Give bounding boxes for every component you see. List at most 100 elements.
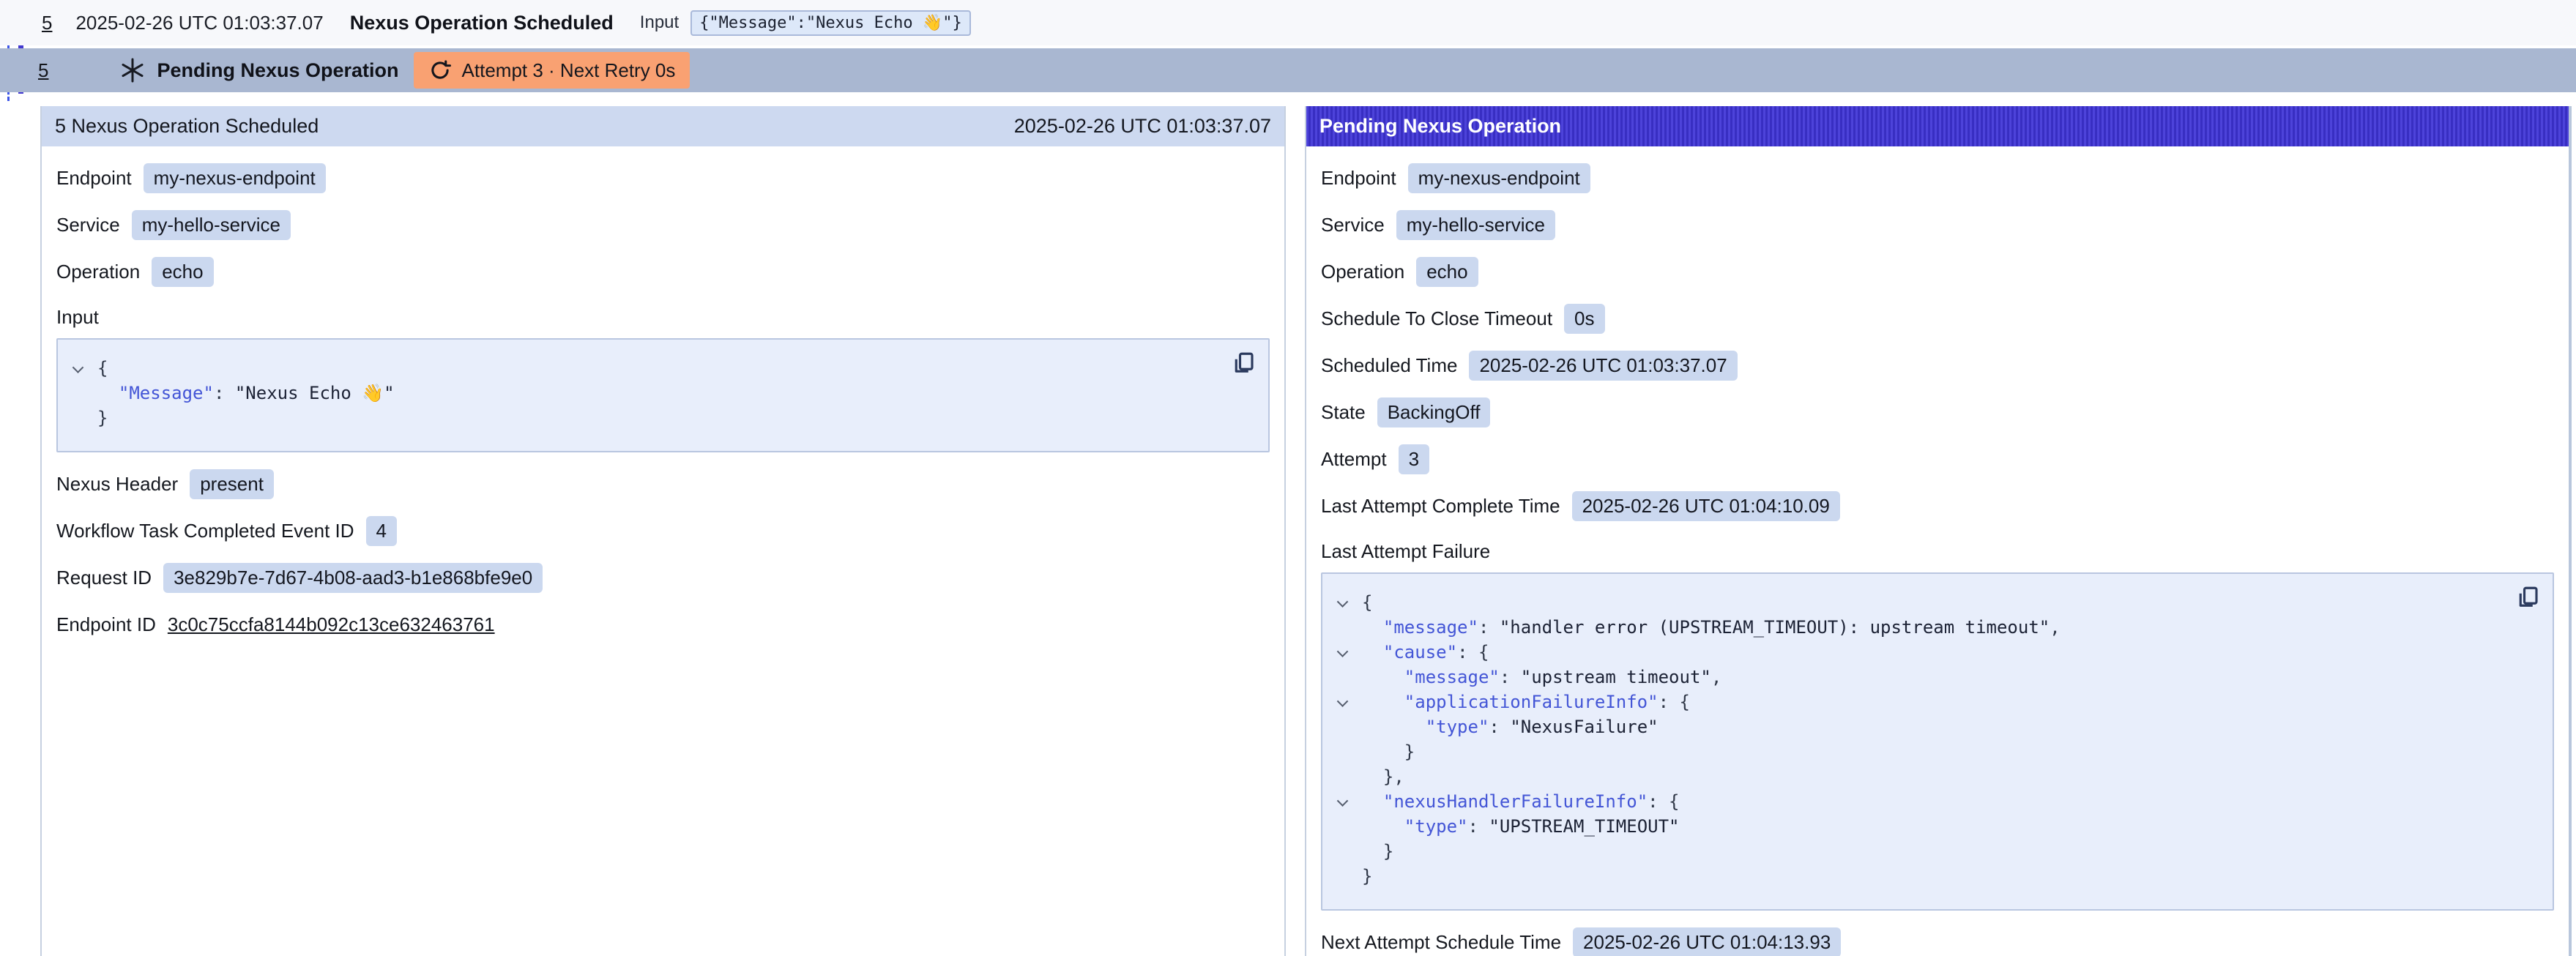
retry-badge-label: Attempt 3 · Next Retry 0s <box>462 59 676 82</box>
field-attempt: Attempt3 <box>1321 444 2554 474</box>
field-last-attempt-complete-time: Last Attempt Complete Time2025-02-26 UTC… <box>1321 490 2554 521</box>
code-line: { <box>71 356 1221 381</box>
field-service: Service my-hello-service <box>56 209 1270 240</box>
pending-panel-header: Pending Nexus Operation <box>1306 106 2569 146</box>
field-value-badge: 2025-02-26 UTC 01:03:37.07 <box>1469 351 1737 381</box>
refresh-icon <box>428 59 452 82</box>
code-line: "Message": "Nexus Echo 👋" <box>71 381 1221 406</box>
chevron-down-icon[interactable] <box>1336 789 1362 814</box>
pending-operation-panel: Pending Nexus Operation Endpointmy-nexus… <box>1305 106 2572 956</box>
code-text: } <box>1362 839 1393 864</box>
retry-status-badge[interactable]: Attempt 3 · Next Retry 0s <box>414 52 690 89</box>
code-text: "cause": { <box>1362 640 1489 665</box>
code-gutter <box>71 406 97 430</box>
field-operation: Operation echo <box>56 256 1270 287</box>
code-text: }, <box>1362 764 1404 789</box>
field-label: Nexus Header <box>56 473 178 496</box>
field-value-badge: my-nexus-endpoint <box>144 163 326 193</box>
field-service: Service my-hello-service <box>1321 209 2554 240</box>
code-gutter <box>1336 615 1362 640</box>
pending-panel-header-title: Pending Nexus Operation <box>1319 115 1561 138</box>
field-workflow-task-completed-event-id: Workflow Task Completed Event ID 4 <box>56 515 1270 546</box>
code-line: } <box>71 406 1221 430</box>
chevron-down-icon[interactable] <box>71 356 97 381</box>
field-value-badge: 3e829b7e-7d67-4b08-aad3-b1e868bfe9e0 <box>163 563 543 593</box>
field-label: Last Attempt Complete Time <box>1321 495 1560 518</box>
code-line: "applicationFailureInfo": { <box>1336 690 2506 714</box>
field-value-badge: 3 <box>1399 444 1429 474</box>
field-value-badge: present <box>190 469 274 499</box>
field-operation: Operation echo <box>1321 256 2554 287</box>
field-endpoint: Endpoint my-nexus-endpoint <box>56 163 1270 193</box>
event-id-link[interactable]: 5 <box>42 12 52 34</box>
field-label: Endpoint ID <box>56 613 156 636</box>
code-line: { <box>1336 590 2506 615</box>
code-gutter <box>1336 714 1362 739</box>
input-section-label: Input <box>56 305 1270 329</box>
field-value-badge: echo <box>152 257 213 287</box>
chevron-down-icon[interactable] <box>1336 590 1362 615</box>
field-value-badge: echo <box>1416 257 1478 287</box>
copy-icon[interactable] <box>2514 584 2541 610</box>
field-label: Workflow Task Completed Event ID <box>56 520 354 542</box>
field-value-badge: 4 <box>366 516 397 546</box>
asterisk-icon <box>119 56 146 84</box>
field-label: Endpoint <box>56 167 132 190</box>
pending-id-link[interactable]: 5 <box>38 59 48 82</box>
field-label: Operation <box>56 261 140 283</box>
code-line: } <box>1336 839 2506 864</box>
code-gutter <box>1336 814 1362 839</box>
field-value-link[interactable]: 3c0c75ccfa8144b092c13ce632463761 <box>168 613 495 636</box>
pending-title: Pending Nexus Operation <box>157 59 398 82</box>
code-line: "message": "upstream timeout", <box>1336 665 2506 690</box>
field-label: Service <box>1321 214 1385 236</box>
field-label: Operation <box>1321 261 1404 283</box>
chevron-down-icon[interactable] <box>1336 690 1362 714</box>
code-text: "applicationFailureInfo": { <box>1362 690 1690 714</box>
code-line: } <box>1336 864 2506 889</box>
code-text: { <box>97 356 108 381</box>
field-label: Endpoint <box>1321 167 1396 190</box>
event-row-nexus-operation-scheduled[interactable]: 5 2025-02-26 UTC 01:03:37.07 Nexus Opera… <box>0 0 2576 45</box>
event-history-screen: 5 2025-02-26 UTC 01:03:37.07 Nexus Opera… <box>0 0 2576 956</box>
field-next-attempt-schedule-time: Next Attempt Schedule Time 2025-02-26 UTC… <box>1321 927 2554 956</box>
chevron-down-icon[interactable] <box>1336 640 1362 665</box>
field-endpoint: Endpointmy-nexus-endpoint <box>1321 163 2554 193</box>
field-value-badge: BackingOff <box>1377 397 1491 427</box>
field-request-id: Request ID 3e829b7e-7d67-4b08-aad3-b1e868… <box>56 562 1270 593</box>
field-value-badge: my-hello-service <box>1396 210 1555 240</box>
field-label: Request ID <box>56 567 152 589</box>
field-state: StateBackingOff <box>1321 397 2554 427</box>
code-line: "type": "UPSTREAM_TIMEOUT" <box>1336 814 2506 839</box>
field-value-badge: 2025-02-26 UTC 01:04:13.93 <box>1573 927 1841 956</box>
code-line: "cause": { <box>1336 640 2506 665</box>
pending-nexus-operation-row[interactable]: 5 Pending Nexus Operation Attempt 3 · Ne… <box>0 48 2576 92</box>
pending-panel-body: Endpointmy-nexus-endpoint Service my-hello… <box>1306 163 2569 956</box>
code-text: "message": "upstream timeout", <box>1362 665 1721 690</box>
code-gutter <box>1336 739 1362 764</box>
code-gutter <box>1336 665 1362 690</box>
code-text: "Message": "Nexus Echo 👋" <box>97 381 395 406</box>
event-timestamp: 2025-02-26 UTC 01:03:37.07 <box>75 12 323 34</box>
code-line: "type": "NexusFailure" <box>1336 714 2506 739</box>
event-detail-body: Endpoint my-nexus-endpoint Service my-hello… <box>42 163 1284 640</box>
code-gutter <box>1336 864 1362 889</box>
field-schedule-to-close-timeout: Schedule To Close Timeout0s <box>1321 303 2554 334</box>
code-text: "nexusHandlerFailureInfo": { <box>1362 789 1680 814</box>
failure-section-label: Last Attempt Failure <box>1321 539 2554 564</box>
field-label: Next Attempt Schedule Time <box>1321 931 1561 954</box>
event-input-preview-chip[interactable]: {"Message":"Nexus Echo 👋"} <box>690 10 971 36</box>
field-scheduled-time: Scheduled Time2025-02-26 UTC 01:03:37.07 <box>1321 350 2554 381</box>
copy-icon[interactable] <box>1230 350 1257 376</box>
field-value-badge: my-hello-service <box>132 210 291 240</box>
event-detail-panel: 5 Nexus Operation Scheduled 2025-02-26 U… <box>40 106 1286 956</box>
code-line: "nexusHandlerFailureInfo": { <box>1336 789 2506 814</box>
field-label: Service <box>56 214 120 236</box>
field-nexus-header: Nexus Header present <box>56 468 1270 499</box>
code-text: } <box>1362 739 1415 764</box>
code-line: "message": "handler error (UPSTREAM_TIME… <box>1336 615 2506 640</box>
code-text: { <box>1362 590 1372 615</box>
code-gutter <box>71 381 97 406</box>
event-detail-header-title: 5 Nexus Operation Scheduled <box>55 115 319 138</box>
event-title: Nexus Operation Scheduled <box>350 12 614 34</box>
